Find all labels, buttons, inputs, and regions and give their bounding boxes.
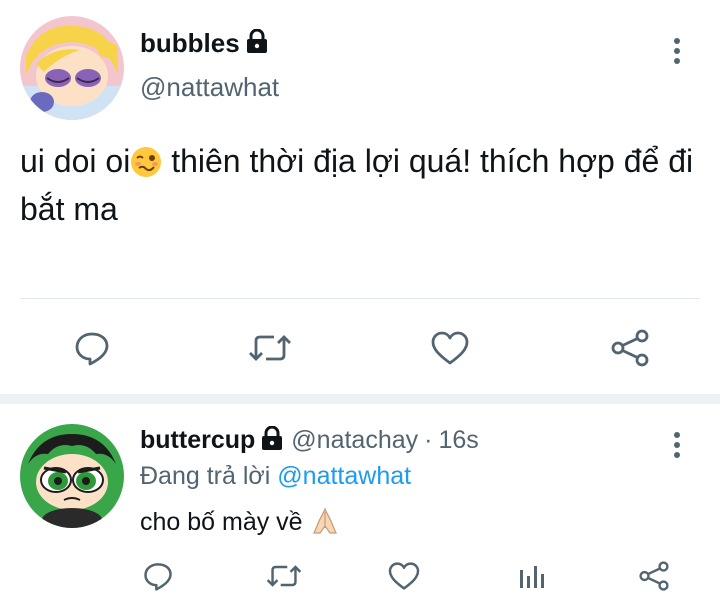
replying-to: Đang trả lời @nattawhat <box>140 462 411 491</box>
more-options-icon[interactable] <box>672 38 682 68</box>
meta-separator: · <box>424 426 433 454</box>
handle[interactable]: @natachay <box>291 426 418 455</box>
reply-text-body: cho bố mày về <box>140 508 303 536</box>
like-icon <box>431 331 469 365</box>
avatar[interactable] <box>20 424 124 528</box>
woozy-face-icon <box>130 146 162 188</box>
divider <box>20 298 700 299</box>
retweet-icon <box>266 565 302 587</box>
tweet-text: ui doi oi thiên thời địa lợi quá! thích … <box>20 140 700 230</box>
reply-button[interactable] <box>70 328 114 368</box>
more-options-icon[interactable] <box>672 432 682 462</box>
like-button[interactable] <box>386 558 422 594</box>
stats-icon <box>520 566 544 588</box>
share-button[interactable] <box>608 328 652 368</box>
folded-hands-icon <box>310 506 340 543</box>
retweet-button[interactable] <box>246 328 294 368</box>
reply-icon <box>144 563 172 591</box>
reply-button[interactable] <box>140 558 176 594</box>
retweet-icon <box>249 335 291 361</box>
like-icon <box>388 562 420 590</box>
reply-icon <box>75 332 109 366</box>
share-icon <box>639 561 669 591</box>
retweet-button[interactable] <box>264 558 304 594</box>
display-name[interactable]: buttercup <box>140 426 255 455</box>
reply-tweet[interactable]: buttercup @natachay · 16s Đang trả lời @… <box>0 404 720 608</box>
timestamp[interactable]: 16s <box>438 426 478 455</box>
main-tweet[interactable]: bubbles @nattawhat ui doi oi thiên thời … <box>0 0 720 395</box>
share-icon <box>611 329 649 367</box>
replying-prefix: Đang trả lời <box>140 462 271 490</box>
reply-text: cho bố mày về <box>140 506 340 543</box>
handle[interactable]: @nattawhat <box>140 72 279 103</box>
lock-icon <box>261 425 283 455</box>
like-button[interactable] <box>428 328 472 368</box>
display-name[interactable]: bubbles <box>140 28 240 59</box>
stats-button[interactable] <box>514 558 550 594</box>
mention-link[interactable]: @nattawhat <box>277 462 411 490</box>
avatar[interactable] <box>20 16 124 120</box>
tweet-text-part1: ui doi oi <box>20 143 131 179</box>
share-button[interactable] <box>636 558 672 594</box>
lock-icon <box>246 28 268 58</box>
tweet-separator <box>0 394 720 404</box>
